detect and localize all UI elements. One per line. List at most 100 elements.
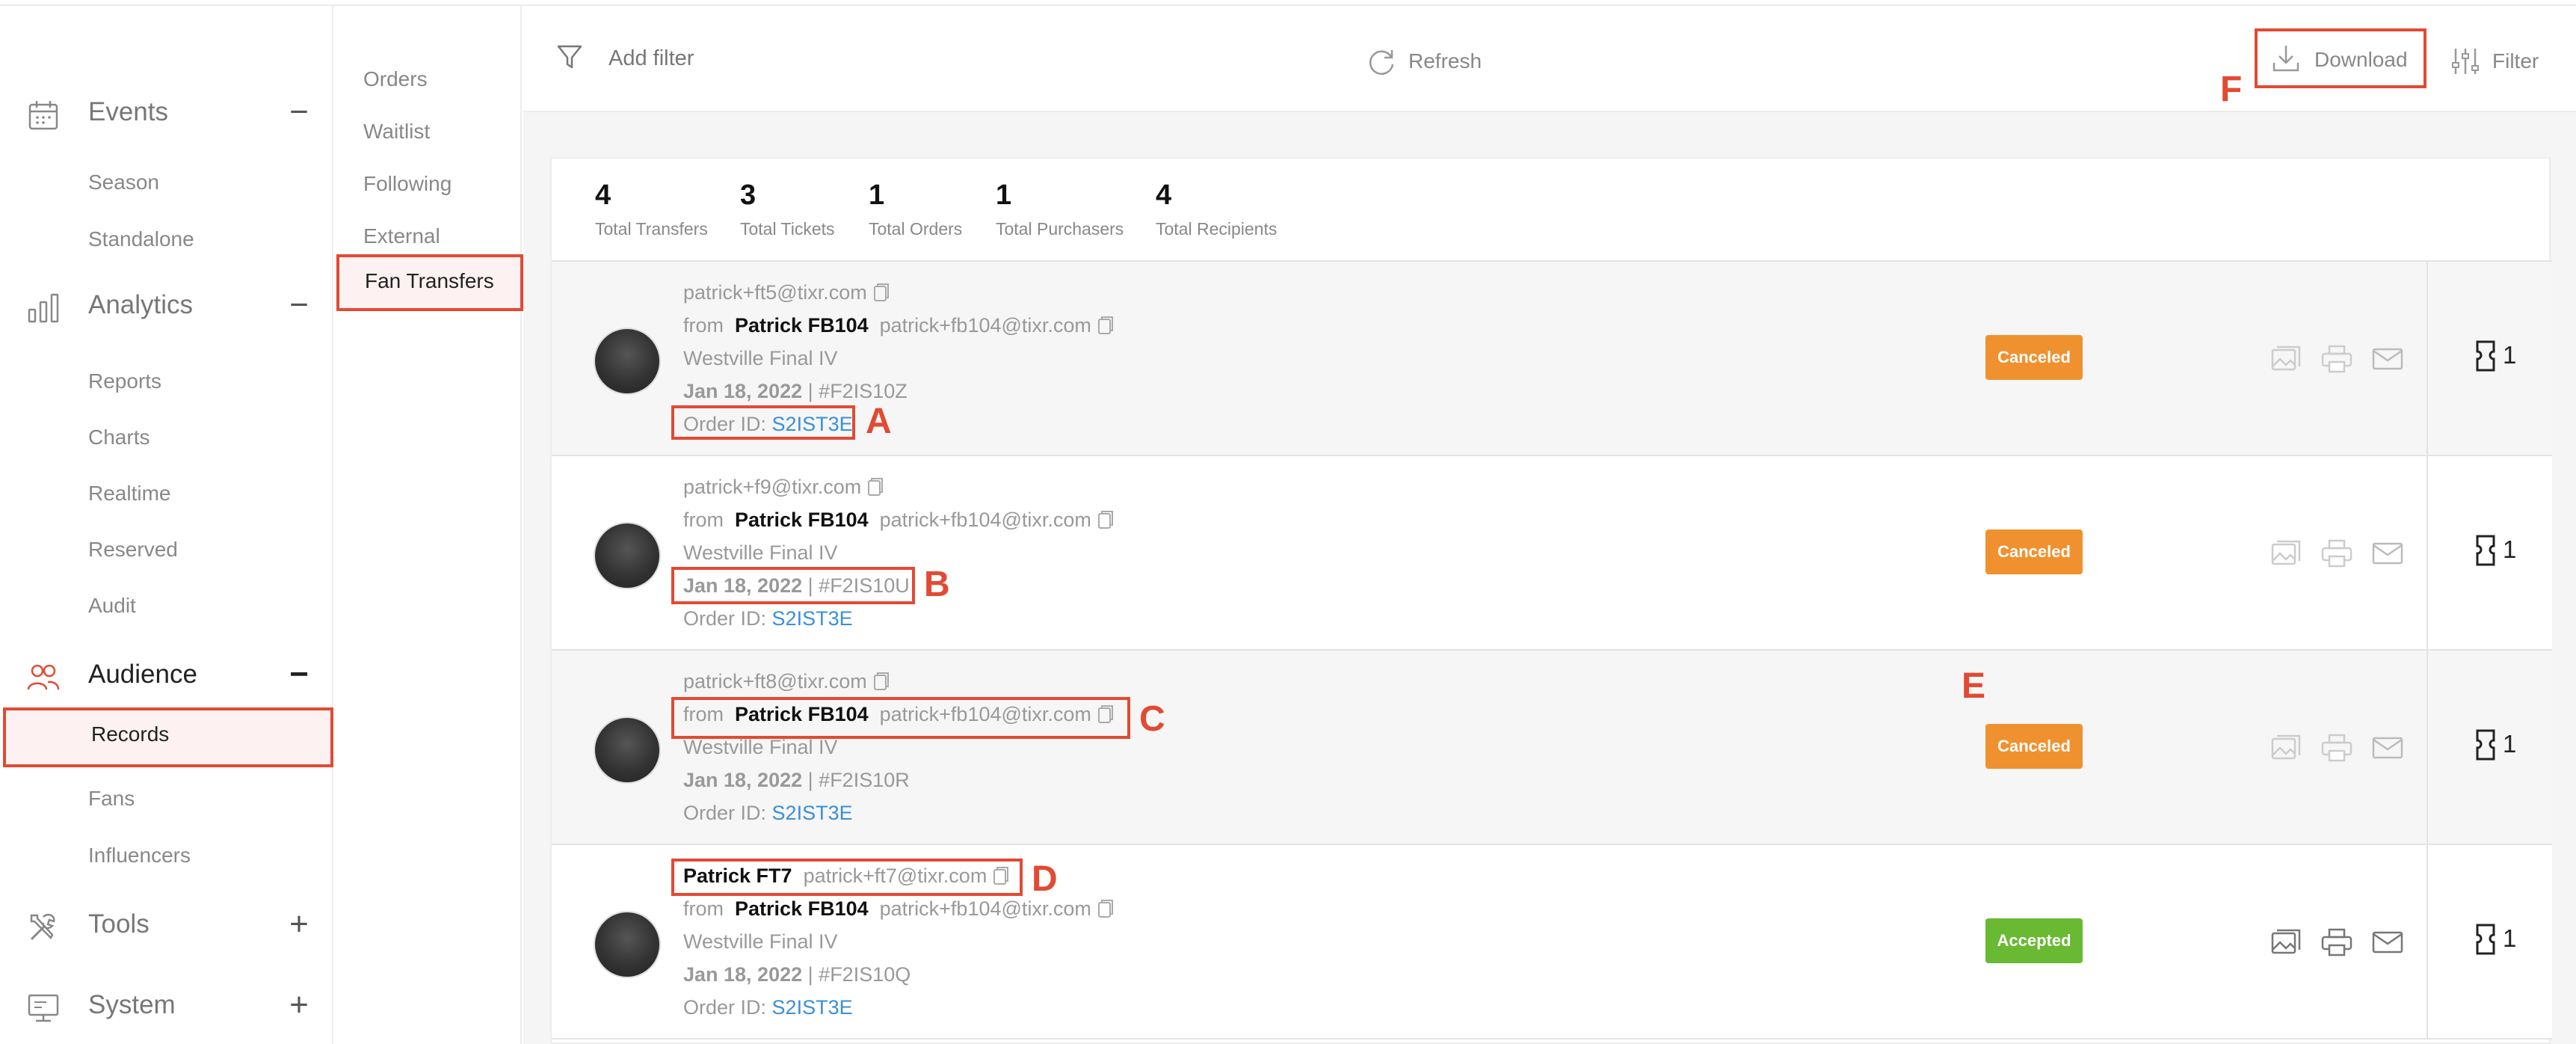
calendar-icon: [28, 101, 58, 130]
order-id-link[interactable]: S2IST3E: [772, 802, 853, 824]
image-icon[interactable]: [2270, 344, 2302, 374]
email-icon[interactable]: [2371, 927, 2404, 957]
ticket-icon: [2476, 729, 2495, 761]
copy-icon[interactable]: [873, 672, 890, 691]
subnav-item-following[interactable]: Following: [335, 157, 522, 209]
ticket-icon: [2476, 924, 2495, 955]
image-icon[interactable]: [2270, 733, 2302, 763]
column-divider: [2426, 456, 2428, 649]
recipient-line: patrick+f9@tixr.com: [683, 476, 884, 499]
annotation-a: A: [866, 402, 892, 441]
collapse-icon[interactable]: −: [284, 289, 314, 322]
sidebar-item-label: Fans: [88, 787, 135, 810]
stat-value: 1: [996, 179, 1012, 211]
print-icon[interactable]: [2320, 344, 2353, 374]
avatar: [594, 328, 661, 395]
column-divider: [2426, 845, 2428, 1038]
event-name: Westville Final IV: [683, 930, 838, 953]
annotation-b: B: [924, 565, 950, 604]
print-icon[interactable]: [2320, 733, 2353, 763]
ticket-count: 1: [2473, 534, 2516, 571]
annotation-e: E: [1962, 666, 1986, 706]
email-icon[interactable]: [2371, 344, 2404, 374]
sidebar-item-standalone[interactable]: Standalone: [0, 212, 333, 266]
collapse-icon[interactable]: −: [284, 658, 314, 691]
secondary-nav: Orders Waitlist Following External Fan T…: [335, 6, 523, 1044]
nav-section-system[interactable]: System +: [0, 977, 333, 1037]
nav-section-audience[interactable]: Audience −: [0, 646, 333, 706]
email-icon[interactable]: [2371, 733, 2404, 763]
order-id-link[interactable]: S2IST3E: [772, 607, 853, 630]
tools-icon: [30, 913, 55, 941]
sidebar-item-fans[interactable]: Fans: [0, 772, 333, 826]
print-icon[interactable]: [2320, 538, 2353, 568]
ticket-icon: [2476, 340, 2495, 372]
filter-label: Filter: [2492, 49, 2539, 73]
stat-label: Total Transfers: [595, 219, 708, 239]
copy-icon[interactable]: [1097, 899, 1114, 918]
sidebar-item-label: Charts: [88, 426, 150, 449]
ticket-count-value: 1: [2503, 924, 2517, 952]
image-icon[interactable]: [2270, 538, 2302, 568]
ticket-count: 1: [2473, 923, 2516, 959]
download-button[interactable]: Download: [2255, 28, 2426, 88]
sidebar-item-reports[interactable]: Reports: [0, 354, 333, 408]
recipient-email: patrick+ft8@tixr.com: [683, 670, 867, 693]
stat-label: Total Orders: [869, 219, 963, 239]
email-icon[interactable]: [2371, 538, 2404, 568]
subnav-item-label: External: [363, 224, 440, 248]
filter-button[interactable]: Filter: [2450, 31, 2563, 88]
expand-icon[interactable]: +: [284, 908, 314, 941]
order-id-link[interactable]: S2IST3E: [772, 996, 853, 1019]
image-icon[interactable]: [2270, 927, 2302, 957]
nav-section-label: Events: [88, 97, 168, 126]
annotation-box-b: [671, 567, 915, 604]
copy-icon[interactable]: [1097, 316, 1114, 335]
event-name: Westville Final IV: [683, 736, 838, 758]
nav-section-events[interactable]: Events −: [0, 84, 333, 144]
transfer-ref: | #F2IS10Q: [807, 963, 911, 986]
subnav-item-label: Orders: [363, 67, 428, 90]
nav-section-tools[interactable]: Tools +: [0, 896, 333, 956]
filter-funnel-icon[interactable]: [556, 43, 583, 70]
column-divider: [2426, 262, 2428, 455]
date-line: Jan 18, 2022 | #F2IS10R: [683, 769, 910, 792]
sidebar-item-influencers[interactable]: Influencers: [0, 829, 333, 882]
subnav-item-orders[interactable]: Orders: [335, 52, 522, 105]
copy-icon[interactable]: [1097, 510, 1114, 529]
sidebar-item-label: Influencers: [88, 844, 191, 867]
sender-name: Patrick FB104: [735, 897, 869, 920]
from-label: from: [683, 897, 724, 920]
copy-icon[interactable]: [873, 283, 890, 302]
transfer-date: Jan 18, 2022: [683, 963, 803, 986]
annotation-box-a: [671, 405, 855, 440]
refresh-label: Refresh: [1408, 49, 1482, 73]
order-line: Order ID: S2IST3E: [683, 996, 853, 1019]
nav-section-analytics[interactable]: Analytics −: [0, 277, 333, 337]
sidebar-item-label: Audit: [88, 594, 136, 617]
transfer-row[interactable]: patrick+f9@tixr.com from Patrick FB104 p…: [552, 456, 2552, 651]
status-badge: Canceled: [1985, 335, 2083, 380]
transfer-row[interactable]: patrick+ft8@tixr.com from Patrick FB104 …: [552, 651, 2552, 845]
ticket-icon: [2476, 535, 2495, 566]
subnav-item-waitlist[interactable]: Waitlist: [335, 105, 522, 157]
sidebar-item-charts[interactable]: Charts: [0, 411, 333, 464]
sidebar-item-reserved[interactable]: Reserved: [0, 523, 333, 577]
print-icon[interactable]: [2320, 927, 2353, 957]
stat-total-transfers: 4 Total Transfers: [595, 179, 708, 239]
date-line: Jan 18, 2022 | #F2IS10Z: [683, 380, 908, 403]
annotation-f: F: [2220, 70, 2243, 109]
refresh-button[interactable]: Refresh: [1364, 31, 1483, 88]
sidebar-item-season[interactable]: Season: [0, 156, 333, 209]
download-label: Download: [2314, 48, 2408, 71]
copy-icon[interactable]: [867, 477, 884, 497]
subnav-item-fan-transfers[interactable]: Fan Transfers: [336, 254, 523, 311]
status-badge: Accepted: [1985, 918, 2083, 963]
collapse-icon[interactable]: −: [284, 96, 314, 129]
sidebar-item-realtime[interactable]: Realtime: [0, 467, 333, 521]
order-label: Order ID:: [683, 802, 767, 824]
expand-icon[interactable]: +: [284, 989, 314, 1022]
sidebar-item-audit[interactable]: Audit: [0, 579, 333, 633]
sidebar-item-records[interactable]: Records: [3, 707, 333, 767]
add-filter-button[interactable]: Add filter: [608, 46, 694, 71]
